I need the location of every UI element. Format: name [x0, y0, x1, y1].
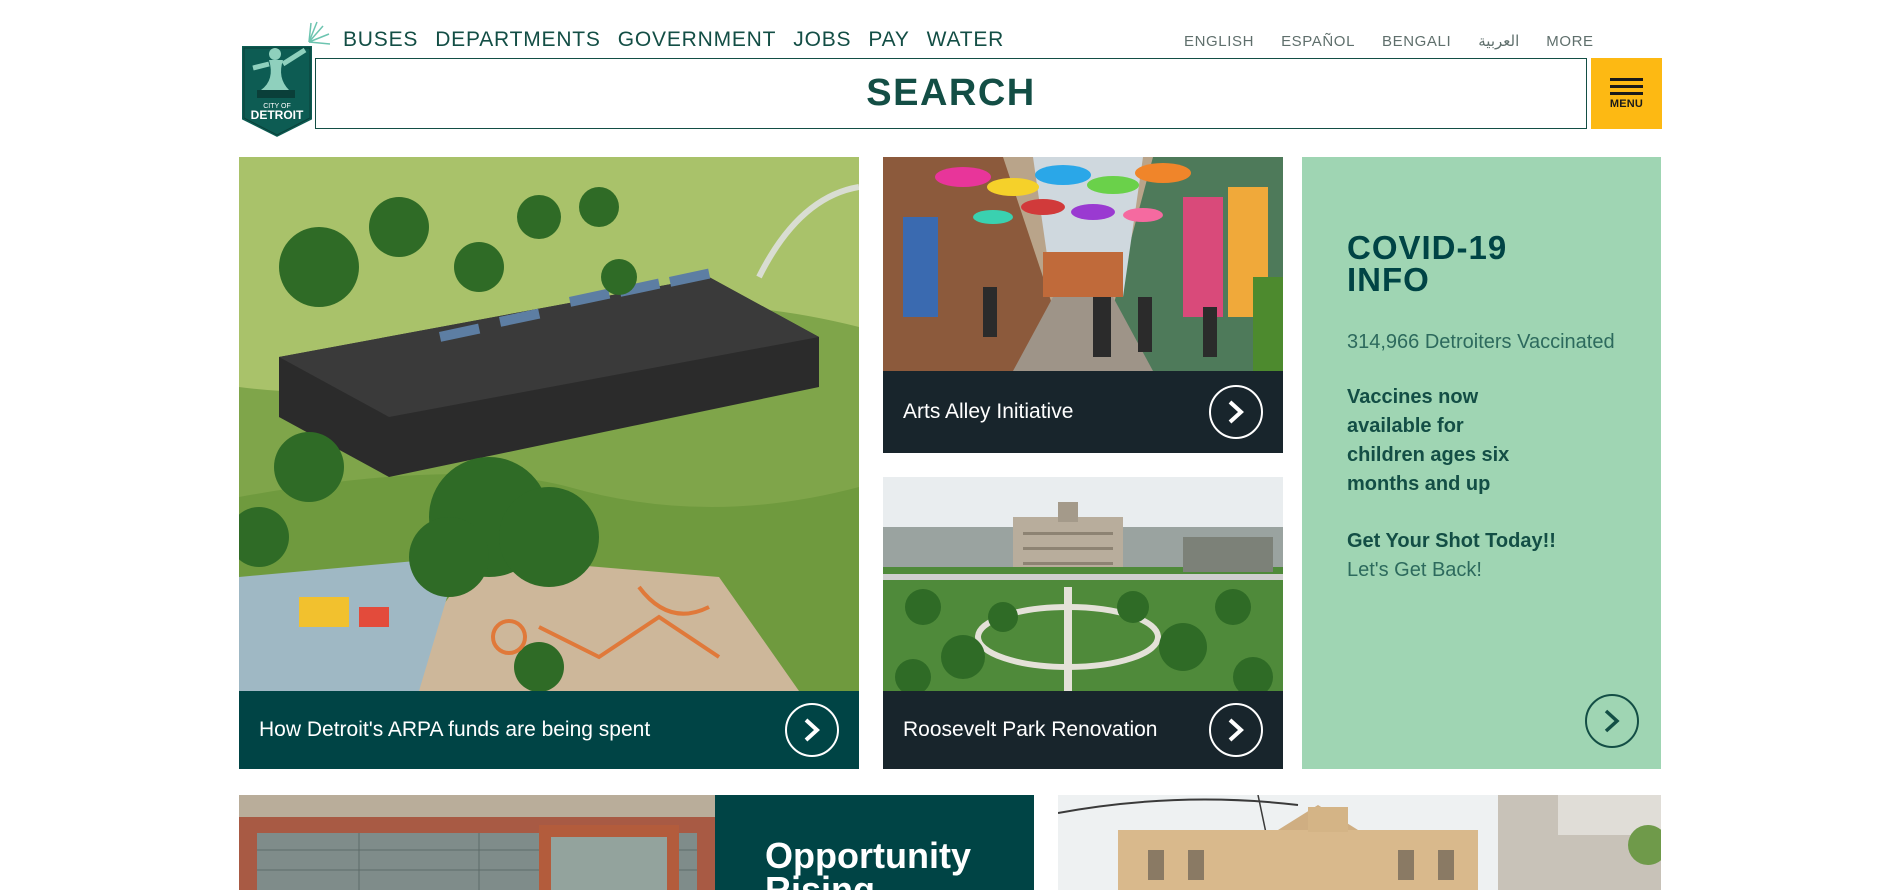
lang-more[interactable]: MORE	[1546, 33, 1593, 50]
arpa-tile[interactable]: How Detroit's ARPA funds are being spent	[239, 157, 859, 769]
arts-alley-caption: Arts Alley Initiative	[883, 371, 1283, 453]
chevron-right-circle-icon[interactable]	[785, 703, 839, 757]
chevron-right-circle-icon[interactable]	[1209, 385, 1263, 439]
roosevelt-park-tile[interactable]: Roosevelt Park Renovation	[883, 477, 1283, 769]
chevron-right-circle-icon[interactable]	[1209, 703, 1263, 757]
opportunity-rising-image[interactable]	[239, 795, 715, 890]
primary-nav: BUSES DEPARTMENTS GOVERNMENT JOBS PAY WA…	[343, 28, 1004, 52]
language-switcher: ENGLISH ESPAÑOL BENGALI العربية MORE	[1184, 32, 1594, 51]
arts-alley-tile[interactable]: Arts Alley Initiative	[883, 157, 1283, 453]
lang-arabic[interactable]: العربية	[1478, 32, 1519, 50]
opportunity-rising-title: Opportunity Rising	[765, 835, 971, 890]
menu-label: MENU	[1609, 97, 1644, 110]
arpa-caption-text: How Detroit's ARPA funds are being spent	[259, 718, 651, 741]
nav-link-pay[interactable]: PAY	[868, 28, 909, 52]
lets-get-back-text: Let's Get Back!	[1347, 559, 1482, 581]
nav-link-government[interactable]: GOVERNMENT	[618, 28, 777, 52]
roosevelt-park-caption: Roosevelt Park Renovation	[883, 691, 1283, 769]
historic-building-image[interactable]	[1058, 795, 1661, 890]
nav-link-water[interactable]: WATER	[927, 28, 1005, 52]
lang-english[interactable]: ENGLISH	[1184, 33, 1254, 50]
arts-alley-caption-text: Arts Alley Initiative	[903, 400, 1074, 423]
search-label: SEARCH	[866, 72, 1036, 114]
lang-espanol[interactable]: ESPAÑOL	[1281, 33, 1355, 50]
nav-link-buses[interactable]: BUSES	[343, 28, 418, 52]
vaccination-stat: 314,966 Detroiters Vaccinated	[1347, 331, 1615, 353]
covid-info-panel[interactable]: COVID-19 INFO 314,966 Detroiters Vaccina…	[1302, 157, 1661, 769]
chevron-right-circle-icon[interactable]	[1585, 694, 1639, 748]
arts-alley-image	[883, 157, 1283, 371]
vaccine-availability-text: Vaccines now available for children ages…	[1347, 386, 1510, 495]
get-shot-text: Get Your Shot Today!!	[1347, 530, 1556, 552]
menu-button[interactable]: MENU	[1591, 58, 1662, 129]
arpa-caption: How Detroit's ARPA funds are being spent	[239, 691, 859, 769]
hamburger-icon	[1610, 77, 1643, 95]
roosevelt-park-caption-text: Roosevelt Park Renovation	[903, 718, 1158, 741]
search-input[interactable]: SEARCH	[315, 58, 1587, 129]
covid-title: COVID-19 INFO	[1347, 229, 1508, 298]
nav-link-jobs[interactable]: JOBS	[793, 28, 851, 52]
nav-link-departments[interactable]: DEPARTMENTS	[435, 28, 601, 52]
arpa-park-image	[239, 157, 859, 691]
opportunity-rising-panel[interactable]: Opportunity Rising	[715, 795, 1034, 890]
lang-bengali[interactable]: BENGALI	[1382, 33, 1451, 50]
logo-detroit-text: DETROIT	[251, 108, 304, 122]
roosevelt-park-image	[883, 477, 1283, 692]
